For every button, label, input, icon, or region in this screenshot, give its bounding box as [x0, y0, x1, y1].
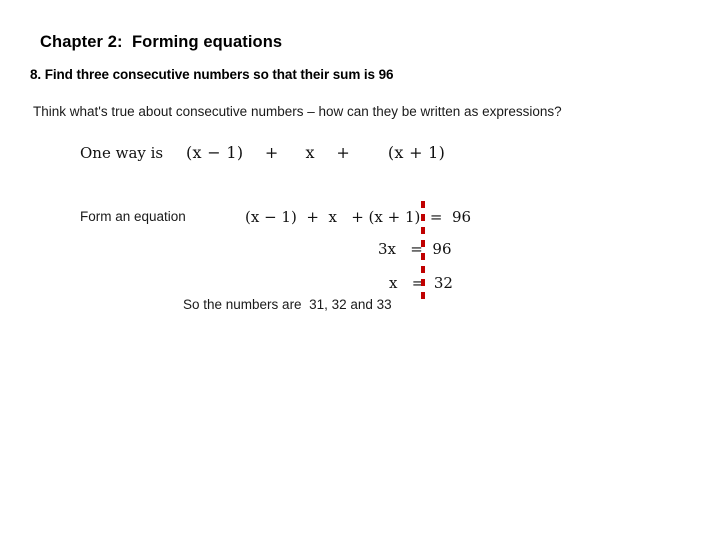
equation-step-2: 3x = 96 [378, 240, 452, 258]
form-equation-label: Form an equation [80, 209, 186, 224]
page-title: Chapter 2: Forming equations [40, 33, 283, 51]
question-statement: 8. Find three consecutive numbers so tha… [30, 67, 394, 82]
equation-step-1: (x − 1) + x + (x + 1) = 96 [245, 208, 472, 226]
slide-canvas: Chapter 2: Forming equations 8. Find thr… [0, 0, 720, 540]
one-way-expression: (x − 1) + x + (x + 1) [186, 143, 446, 162]
one-way-label: One way is [80, 144, 164, 162]
hint-prompt: Think what's true about consecutive numb… [33, 104, 562, 119]
conclusion-statement: So the numbers are 31, 32 and 33 [183, 297, 392, 312]
red-dashed-alignment-line [421, 201, 425, 300]
